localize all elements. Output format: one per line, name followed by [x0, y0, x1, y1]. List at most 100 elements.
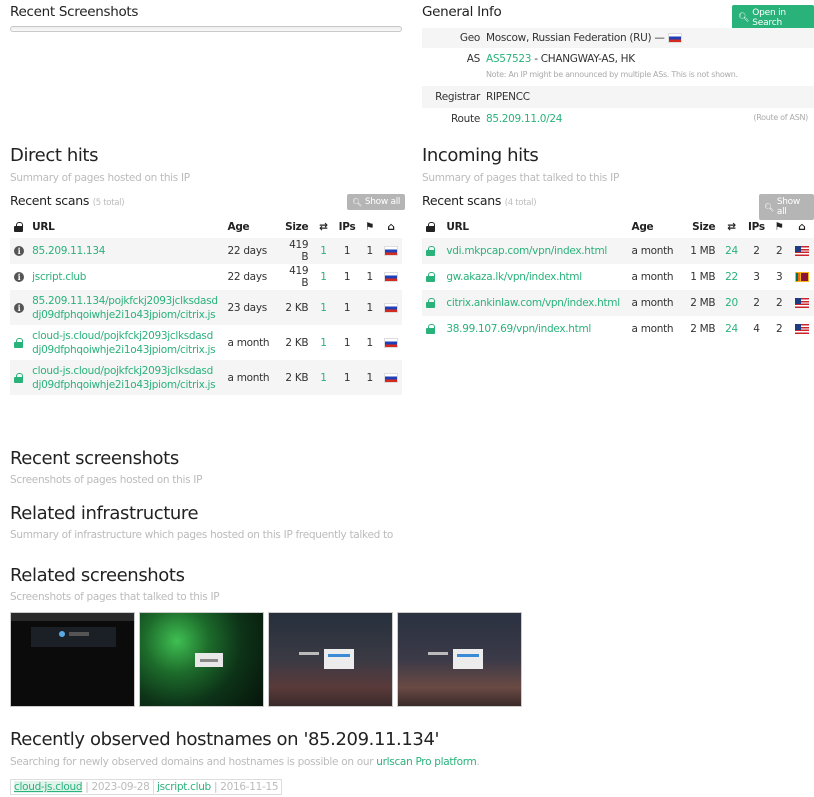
scan-url-link[interactable]: 38.99.107.69/vpn/index.html [446, 323, 591, 335]
registrar-row: Registrar RIPENCC [422, 86, 814, 108]
screenshot-thumbnail[interactable] [268, 612, 393, 707]
requests-cell[interactable]: 1 [312, 264, 334, 290]
flag-header-icon: ⚑ [774, 221, 784, 233]
usa-flag-icon [794, 246, 809, 256]
requests-link[interactable]: 20 [725, 297, 738, 309]
scan-url-link[interactable]: 85.209.11.134 [32, 245, 105, 257]
url-cell[interactable]: jscript.club [28, 264, 223, 290]
hostname-link[interactable]: cloud-js.cloud [14, 781, 82, 793]
info-icon: i [14, 272, 24, 282]
age-cell: 22 days [223, 238, 276, 264]
url-cell[interactable]: vdi.mkpcap.com/vpn/index.html [442, 238, 628, 264]
screenshot-thumbnail[interactable] [139, 612, 264, 707]
scan-url-link[interactable]: dj09dfphqoiwhje2i1o43jpiom/citrix.js [32, 344, 215, 356]
country-flag-cell [789, 264, 814, 290]
age-value: a month [631, 271, 674, 283]
russia-flag-icon [383, 246, 398, 256]
requests-cell[interactable]: 24 [719, 238, 744, 264]
age-cell: a month [627, 290, 685, 316]
age-cell: 23 days [223, 290, 276, 325]
ips-cell: 2 [743, 238, 770, 264]
url-cell[interactable]: citrix.ankinlaw.com/vpn/index.html [442, 290, 628, 316]
direct-show-all-button[interactable]: 🔍︎ Show all [347, 194, 406, 210]
direct-recent-scans-count: (5 total) [92, 198, 125, 208]
russia-flag-icon [667, 33, 682, 43]
age-value: a month [631, 323, 674, 335]
url-cell[interactable]: gw.akaza.lk/vpn/index.html [442, 264, 627, 290]
lock-icon [426, 324, 435, 334]
requests-cell[interactable]: 1 [312, 360, 335, 395]
size-cell: 419 B [276, 238, 313, 264]
lock-icon [14, 372, 23, 383]
open-in-search-label: Open in Search [752, 8, 786, 28]
requests-link[interactable]: 24 [725, 323, 738, 335]
size-value: 2 MB [690, 297, 716, 309]
ips-cell: 1 [335, 264, 360, 290]
url-cell[interactable]: cloud-js.cloud/pojkfckj2093jclksdasd dj09… [28, 360, 224, 395]
scan-url-link[interactable]: cloud-js.cloud/pojkfckj2093jclksdasd [32, 365, 213, 377]
requests-cell[interactable]: 20 [719, 290, 744, 316]
related-infrastructure-subtitle: Summary of infrastructure which pages ho… [10, 529, 393, 541]
requests-link[interactable]: 1 [320, 337, 327, 349]
direct-recent-scans-label: Recent scans [10, 193, 90, 208]
screenshot-thumbnail[interactable] [397, 612, 522, 707]
incoming-scans-table: URL Age Size ⇄ IPs ⚑ ⌂ vdi.mkpcap.com/vp… [422, 216, 814, 342]
countries-cell: 2 [769, 290, 790, 316]
scan-status-cell [422, 238, 443, 264]
related-screenshots-title: Related screenshots [10, 565, 185, 586]
size-header: Size [692, 221, 716, 233]
scan-status-cell: i [10, 238, 29, 264]
observed-hostnames-subtitle: Searching for newly observed domains and… [10, 756, 480, 768]
hostname-link[interactable]: jscript.club [157, 781, 211, 793]
countries-cell: 3 [769, 264, 789, 290]
size-cell: 1 MB [684, 238, 720, 264]
requests-cell[interactable]: 22 [719, 264, 743, 290]
recent-screenshots-top-title: Recent Screenshots [10, 4, 139, 20]
scan-url-link[interactable]: citrix.ankinlaw.com/vpn/index.html [446, 297, 620, 309]
hostname-date: | 2016-11-15 [213, 781, 279, 793]
urlscan-pro-link[interactable]: urlscan Pro platform [376, 756, 476, 768]
hostname-date-value: 2016-11-15 [220, 781, 279, 793]
requests-link[interactable]: 1 [320, 271, 327, 283]
url-cell[interactable]: cloud-js.cloud/pojkfckj2093jclksdasd dj09… [28, 325, 223, 360]
requests-link[interactable]: 22 [725, 271, 738, 283]
scan-url-link[interactable]: cloud-js.cloud/pojkfckj2093jclksdasd [32, 330, 213, 342]
direct-hits-subtitle: Summary of pages hosted on this IP [10, 172, 190, 184]
age-cell: a month [628, 264, 685, 290]
hostname-tag[interactable]: cloud-js.cloud | 2023-09-28 [10, 779, 154, 795]
age-cell: 22 days [224, 264, 276, 290]
incoming-recent-scans-label: Recent scans [422, 193, 502, 208]
requests-cell[interactable]: 1 [312, 325, 334, 360]
size-cell: 2 KB [276, 360, 313, 395]
recent-screenshots-subtitle: Screenshots of pages hosted on this IP [10, 474, 203, 486]
countries-cell: 1 [359, 360, 380, 395]
requests-link[interactable]: 1 [320, 245, 327, 257]
screenshot-thumbnail[interactable] [10, 612, 135, 707]
scan-url-link[interactable]: 85.209.11.134/pojkfckj2093jclksdasd [32, 295, 218, 307]
geo-label: Geo [459, 32, 480, 44]
scan-url-link[interactable]: gw.akaza.lk/vpn/index.html [446, 271, 582, 283]
ips-value: 4 [753, 323, 760, 335]
as-link[interactable]: AS57523 [486, 53, 531, 65]
requests-cell[interactable]: 1 [312, 290, 335, 325]
requests-link[interactable]: 1 [320, 302, 327, 314]
scan-url-link[interactable]: jscript.club [32, 271, 86, 283]
countries-value: 2 [776, 245, 783, 257]
url-cell[interactable]: 85.209.11.134 [28, 238, 224, 264]
route-link[interactable]: 85.209.11.0/24 [486, 113, 562, 125]
url-cell[interactable]: 85.209.11.134/pojkfckj2093jclksdasd dj09d… [28, 290, 224, 325]
age-header: Age [631, 221, 654, 233]
requests-cell[interactable]: 1 [312, 238, 335, 264]
ips-value: 1 [343, 301, 351, 314]
hostname-tag[interactable]: jscript.club | 2016-11-15 [153, 779, 283, 795]
age-cell: a month [628, 316, 685, 342]
countries-cell: 1 [359, 290, 380, 325]
scan-url-link[interactable]: vdi.mkpcap.com/vpn/index.html [446, 245, 607, 257]
url-cell[interactable]: 38.99.107.69/vpn/index.html [442, 316, 627, 342]
requests-link[interactable]: 24 [725, 245, 738, 257]
scan-url-link[interactable]: dj09dfphqoiwhje2i1o43jpiom/citrix.js [32, 379, 215, 391]
geo-value: Moscow, Russian Federation (RU) — [486, 32, 682, 44]
requests-link[interactable]: 1 [320, 372, 327, 384]
scan-url-link[interactable]: dj09dfphqoiwhje2i1o43jpiom/citrix.js [32, 309, 215, 321]
requests-cell[interactable]: 24 [719, 316, 743, 342]
